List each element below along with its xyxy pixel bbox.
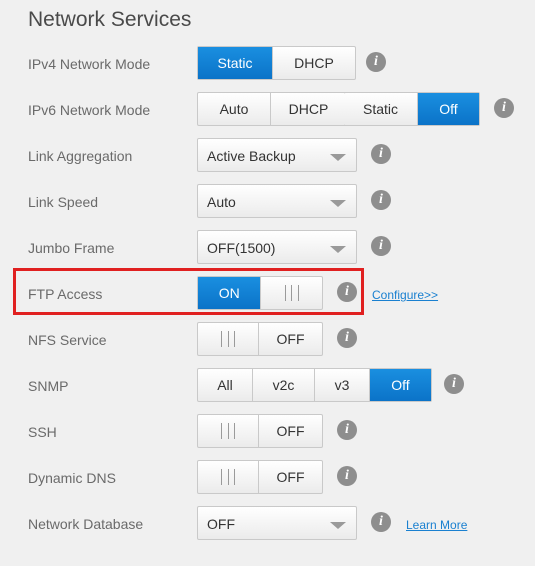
ssh-row: SSH OFF i: [0, 414, 535, 450]
info-icon[interactable]: i: [371, 512, 391, 532]
info-icon[interactable]: i: [371, 144, 391, 164]
ipv6-mode-segmented-2: Static Off: [344, 92, 480, 126]
ipv4-label: IPv4 Network Mode: [28, 56, 151, 72]
toggle-grip-icon: [198, 461, 260, 493]
network-database-value: OFF: [207, 516, 235, 532]
link-speed-label: Link Speed: [28, 194, 99, 210]
jumbo-frame-value: OFF(1500): [207, 240, 276, 256]
chevron-down-icon: [330, 246, 346, 253]
dynamic-dns-toggle[interactable]: OFF: [197, 460, 323, 494]
link-speed-select[interactable]: Auto: [197, 184, 357, 218]
chevron-down-icon: [330, 154, 346, 161]
ipv4-row: IPv4 Network Mode Static DHCP i: [0, 46, 535, 82]
nfs-toggle-off-label: OFF: [276, 331, 305, 347]
info-icon[interactable]: i: [337, 420, 357, 440]
ipv4-dhcp-button[interactable]: DHCP: [273, 47, 355, 79]
page-title: Network Services: [28, 8, 192, 31]
link-speed-value: Auto: [207, 194, 236, 210]
snmp-off-button[interactable]: Off: [370, 369, 431, 401]
ipv6-row: IPv6 Network Mode Auto DHCP Static Off i: [0, 92, 535, 128]
ipv6-static-button[interactable]: Static: [344, 93, 418, 125]
link-aggregation-select[interactable]: Active Backup: [197, 138, 357, 172]
link-aggregation-label: Link Aggregation: [28, 148, 133, 164]
nfs-service-toggle[interactable]: OFF: [197, 322, 323, 356]
ipv6-mode-segmented: Auto DHCP: [197, 92, 347, 126]
toggle-grip-icon: [198, 415, 260, 447]
snmp-v3-button[interactable]: v3: [315, 369, 370, 401]
nfs-service-label: NFS Service: [28, 332, 107, 348]
link-speed-row: Link Speed Auto i: [0, 184, 535, 220]
snmp-label: SNMP: [28, 378, 69, 394]
snmp-all-button[interactable]: All: [198, 369, 253, 401]
info-icon[interactable]: i: [444, 374, 464, 394]
learn-more-link[interactable]: Learn More: [406, 518, 467, 532]
network-database-label: Network Database: [28, 516, 144, 532]
chevron-down-icon: [330, 200, 346, 207]
snmp-row: SNMP All v2c v3 Off i: [0, 368, 535, 404]
dynamic-dns-row: Dynamic DNS OFF i: [0, 460, 535, 496]
ftp-toggle-on-label: ON: [198, 277, 261, 309]
jumbo-frame-select[interactable]: OFF(1500): [197, 230, 357, 264]
info-icon[interactable]: i: [337, 328, 357, 348]
ipv6-off-button[interactable]: Off: [418, 93, 479, 125]
ipv6-label: IPv6 Network Mode: [28, 102, 151, 118]
snmp-v2c-button[interactable]: v2c: [253, 369, 315, 401]
link-aggregation-value: Active Backup: [207, 148, 296, 164]
ipv4-mode-segmented: Static DHCP: [197, 46, 356, 80]
link-aggregation-row: Link Aggregation Active Backup i: [0, 138, 535, 174]
ssh-label: SSH: [28, 424, 57, 440]
chevron-down-icon: [330, 522, 346, 529]
network-database-row: Network Database OFF i Learn More: [0, 506, 535, 542]
nfs-service-row: NFS Service OFF i: [0, 322, 535, 358]
jumbo-frame-row: Jumbo Frame OFF(1500) i: [0, 230, 535, 266]
network-database-select[interactable]: OFF: [197, 506, 357, 540]
ipv4-static-button[interactable]: Static: [198, 47, 273, 79]
network-services-panel: Network Services IPv4 Network Mode Stati…: [0, 0, 535, 566]
toggle-grip-icon: [198, 323, 260, 355]
info-icon[interactable]: i: [337, 282, 357, 302]
ipv6-auto-button[interactable]: Auto: [198, 93, 271, 125]
toggle-grip-icon: [260, 277, 322, 309]
ssh-toggle-off-label: OFF: [276, 423, 305, 439]
ftp-access-label: FTP Access: [28, 286, 103, 302]
ddns-toggle-off-label: OFF: [276, 469, 305, 485]
ssh-toggle[interactable]: OFF: [197, 414, 323, 448]
ftp-access-toggle[interactable]: ON: [197, 276, 323, 310]
ftp-configure-link[interactable]: Configure>>: [372, 288, 438, 302]
ipv6-dhcp-button[interactable]: DHCP: [271, 93, 346, 125]
jumbo-frame-label: Jumbo Frame: [28, 240, 115, 256]
info-icon[interactable]: i: [371, 190, 391, 210]
dynamic-dns-label: Dynamic DNS: [28, 470, 116, 486]
info-icon[interactable]: i: [371, 236, 391, 256]
ftp-access-row: FTP Access ON i Configure>>: [0, 276, 535, 312]
snmp-segmented: All v2c v3 Off: [197, 368, 432, 402]
info-icon[interactable]: i: [337, 466, 357, 486]
info-icon[interactable]: i: [494, 98, 514, 118]
info-icon[interactable]: i: [366, 52, 386, 72]
